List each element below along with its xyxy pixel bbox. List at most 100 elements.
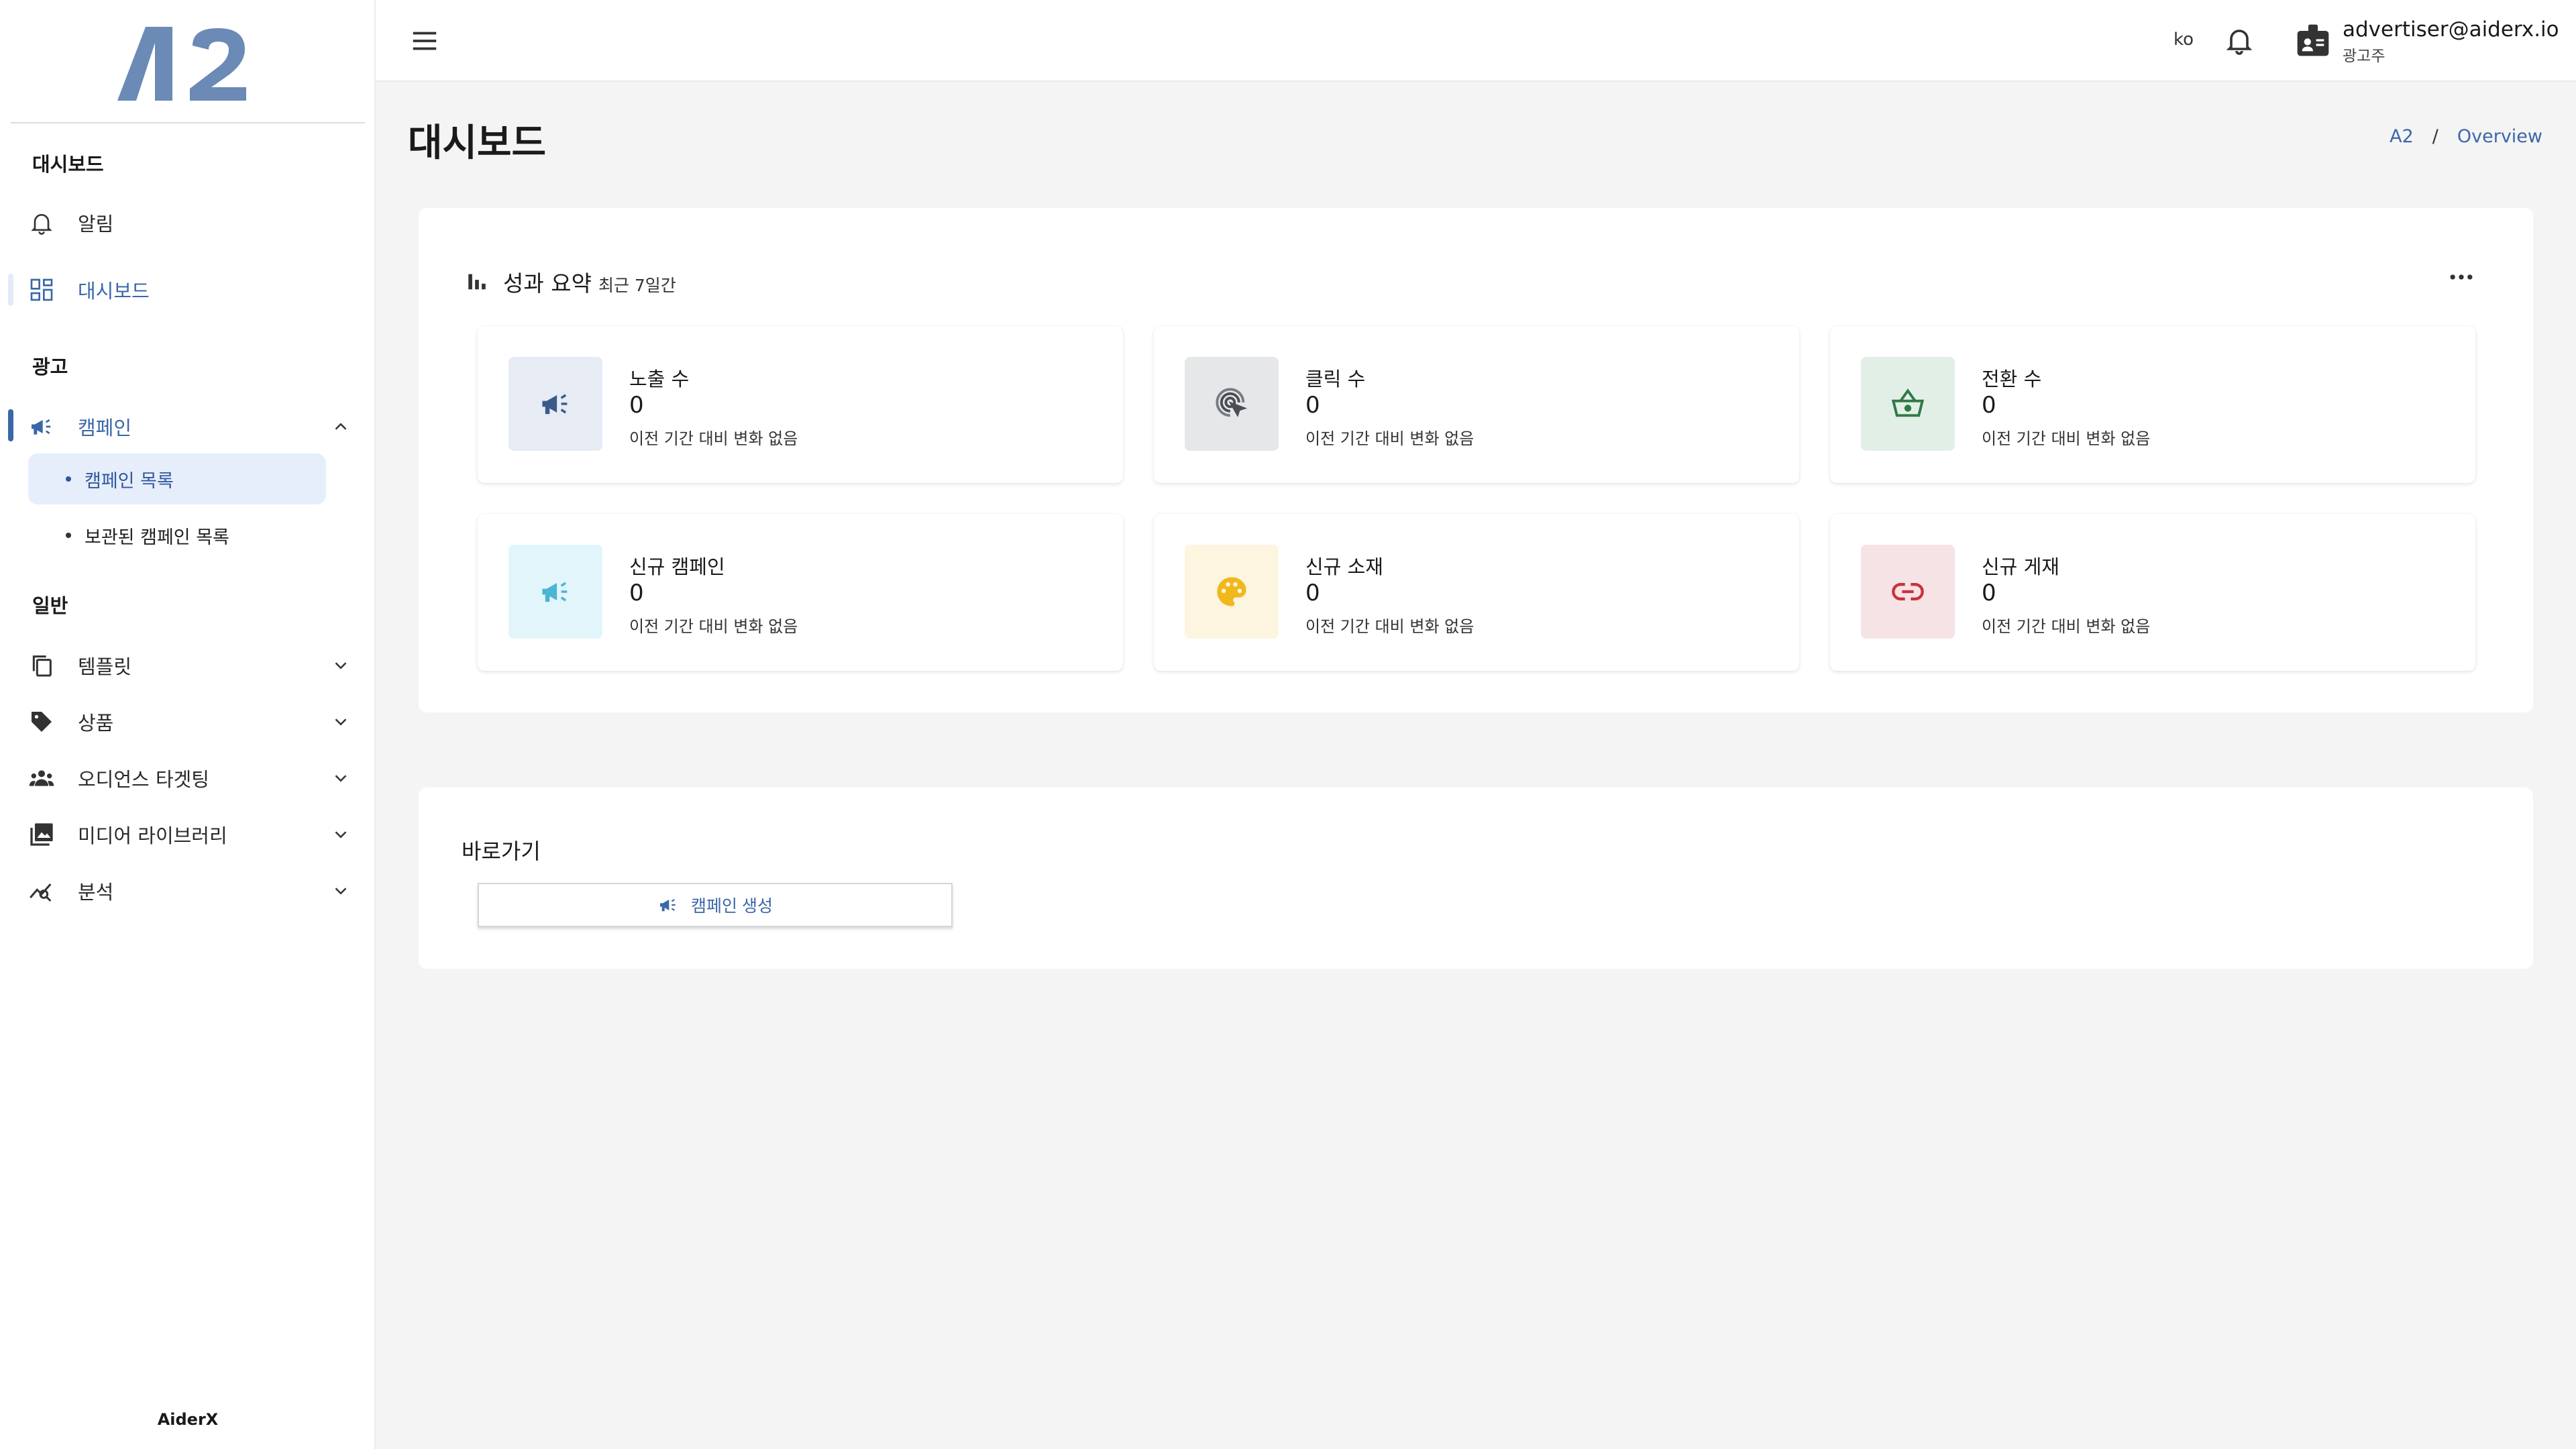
megaphone-icon bbox=[542, 582, 568, 602]
active-indicator bbox=[8, 409, 13, 441]
stat-note: 이전 기간 대비 변화 없음 bbox=[1305, 617, 1474, 636]
sidebar-item-label: 대시보드 bbox=[78, 280, 150, 303]
basket-icon bbox=[1891, 388, 1925, 417]
breadcrumb-home-link[interactable]: A2 bbox=[2390, 126, 2414, 147]
stat-card-new-creatives: 신규 소재 0 이전 기간 대비 변화 없음 bbox=[1154, 514, 1799, 671]
shortcuts-panel: 바로가기 캠페인 생성 bbox=[419, 788, 2533, 969]
bell-icon bbox=[28, 209, 55, 236]
chevron-down-icon bbox=[329, 653, 353, 678]
user-badge-icon[interactable] bbox=[2294, 21, 2332, 59]
stat-label: 신규 소재 bbox=[1305, 555, 1383, 578]
chevron-down-icon bbox=[329, 822, 353, 847]
sidebar-item-media-library[interactable]: 미디어 라이브러리 bbox=[0, 808, 376, 861]
more-options-icon[interactable] bbox=[2445, 260, 2478, 294]
section-title-general: 일반 bbox=[32, 594, 68, 617]
shortcuts-title: 바로가기 bbox=[462, 839, 541, 864]
stat-value: 0 bbox=[1982, 580, 1996, 606]
breadcrumb: A2 / Overview bbox=[2390, 126, 2542, 147]
stat-icon-box bbox=[508, 545, 602, 639]
sidebar-subitem-label: 보관된 캠페인 목록 bbox=[85, 527, 229, 548]
dashboard-grid-icon bbox=[28, 276, 55, 303]
stat-note: 이전 기간 대비 변화 없음 bbox=[1305, 429, 1474, 448]
sidebar-item-dashboard[interactable]: 대시보드 bbox=[0, 263, 376, 317]
chevron-down-icon bbox=[329, 879, 353, 903]
stat-card-new-placements: 신규 게재 0 이전 기간 대비 변화 없음 bbox=[1830, 514, 2475, 671]
a2-logo-icon bbox=[117, 27, 246, 101]
sidebar-item-products[interactable]: 상품 bbox=[0, 695, 376, 749]
language-selector[interactable]: ko bbox=[2174, 30, 2194, 50]
stat-card-conversions: 전환 수 0 이전 기간 대비 변화 없음 bbox=[1830, 326, 2475, 483]
section-title-dashboard: 대시보드 bbox=[32, 153, 104, 176]
summary-title: 성과 요약 bbox=[503, 270, 592, 297]
stat-value: 0 bbox=[1982, 392, 1996, 419]
sidebar-item-label: 상품 bbox=[78, 712, 114, 735]
bullet bbox=[66, 476, 71, 482]
menu-icon[interactable] bbox=[409, 25, 440, 56]
palette-icon bbox=[1217, 577, 1246, 606]
stat-label: 신규 게재 bbox=[1982, 555, 2059, 578]
bullet bbox=[66, 533, 71, 538]
sidebar-item-label: 미디어 라이브러리 bbox=[78, 824, 227, 847]
stat-value: 0 bbox=[629, 580, 644, 606]
sidebar-subitem-archived-campaigns[interactable]: 보관된 캠페인 목록 bbox=[28, 510, 326, 561]
stat-note: 이전 기간 대비 변화 없음 bbox=[629, 429, 798, 448]
active-indicator bbox=[8, 274, 13, 306]
sidebar-item-audience-targeting[interactable]: 오디언스 타겟팅 bbox=[0, 751, 376, 805]
megaphone-icon bbox=[660, 899, 676, 912]
user-email[interactable]: advertiser@aiderx.io bbox=[2343, 17, 2559, 42]
stat-card-new-campaigns: 신규 캠페인 0 이전 기간 대비 변화 없음 bbox=[478, 514, 1123, 671]
people-icon bbox=[28, 765, 55, 792]
sidebar-subitem-campaign-list[interactable]: 캠페인 목록 bbox=[28, 453, 326, 504]
stat-label: 클릭 수 bbox=[1305, 368, 1366, 390]
create-campaign-button[interactable]: 캠페인 생성 bbox=[478, 883, 953, 927]
sidebar-item-label: 알림 bbox=[78, 213, 114, 235]
stat-note: 이전 기간 대비 변화 없음 bbox=[1982, 617, 2151, 636]
chevron-down-icon bbox=[329, 766, 353, 790]
tag-icon bbox=[28, 708, 55, 735]
stat-icon-box bbox=[508, 357, 602, 451]
stat-value: 0 bbox=[629, 392, 644, 419]
sidebar-item-analytics[interactable]: 분석 bbox=[0, 864, 376, 918]
stat-value: 0 bbox=[1305, 392, 1320, 419]
logo[interactable] bbox=[0, 20, 376, 114]
click-icon bbox=[1216, 388, 1248, 417]
notification-bell-icon[interactable] bbox=[2223, 24, 2255, 56]
summary-subtitle: 최근 7일간 bbox=[598, 276, 676, 295]
analytics-icon bbox=[28, 877, 55, 904]
stat-note: 이전 기간 대비 변화 없음 bbox=[1982, 429, 2151, 448]
stat-icon-box bbox=[1185, 545, 1279, 639]
stat-label: 신규 캠페인 bbox=[629, 555, 725, 578]
sidebar-subitem-label: 캠페인 목록 bbox=[85, 470, 174, 492]
topbar: ko advertiser@aiderx.io 광고주 bbox=[376, 0, 2576, 82]
stat-card-impressions: 노출 수 0 이전 기간 대비 변화 없음 bbox=[478, 326, 1123, 483]
sidebar-item-templates[interactable]: 템플릿 bbox=[0, 639, 376, 692]
stat-icon-box bbox=[1861, 545, 1955, 639]
chevron-up-icon bbox=[329, 415, 353, 439]
sidebar-item-campaign[interactable]: 캠페인 bbox=[0, 400, 376, 453]
create-campaign-label: 캠페인 생성 bbox=[691, 897, 773, 916]
sidebar-item-label: 템플릿 bbox=[78, 655, 132, 678]
stat-icon-box bbox=[1185, 357, 1279, 451]
photo-library-icon bbox=[28, 821, 55, 848]
stat-label: 전환 수 bbox=[1982, 368, 2042, 390]
stat-note: 이전 기간 대비 변화 없음 bbox=[629, 617, 798, 636]
sidebar-footer: AiderX bbox=[157, 1410, 219, 1429]
stat-label: 노출 수 bbox=[629, 368, 690, 390]
logo-divider bbox=[11, 122, 365, 123]
performance-summary-panel: 성과 요약 최근 7일간 노출 수 0 이전 기간 대비 변화 없음 클릭 수 … bbox=[419, 208, 2533, 712]
breadcrumb-current-link[interactable]: Overview bbox=[2457, 126, 2542, 147]
sidebar-item-label: 캠페인 bbox=[78, 417, 132, 439]
user-role: 광고주 bbox=[2343, 48, 2385, 65]
summary-header: 성과 요약 최근 7일간 bbox=[466, 266, 676, 298]
megaphone-icon bbox=[542, 394, 568, 415]
bar-chart-icon bbox=[468, 274, 486, 290]
breadcrumb-separator: / bbox=[2432, 126, 2438, 147]
stat-icon-box bbox=[1861, 357, 1955, 451]
page-title: 대시보드 bbox=[408, 121, 547, 165]
section-title-ads: 광고 bbox=[32, 356, 68, 378]
link-icon bbox=[1892, 583, 1924, 600]
sidebar-item-label: 오디언스 타겟팅 bbox=[78, 768, 209, 791]
sidebar-item-label: 분석 bbox=[78, 881, 114, 904]
sidebar-item-notifications[interactable]: 알림 bbox=[0, 196, 376, 250]
sidebar: 대시보드 알림 대시보드 광고 캠페인 캠페인 목록 보관된 캠페인 목록 일반 bbox=[0, 0, 376, 1449]
